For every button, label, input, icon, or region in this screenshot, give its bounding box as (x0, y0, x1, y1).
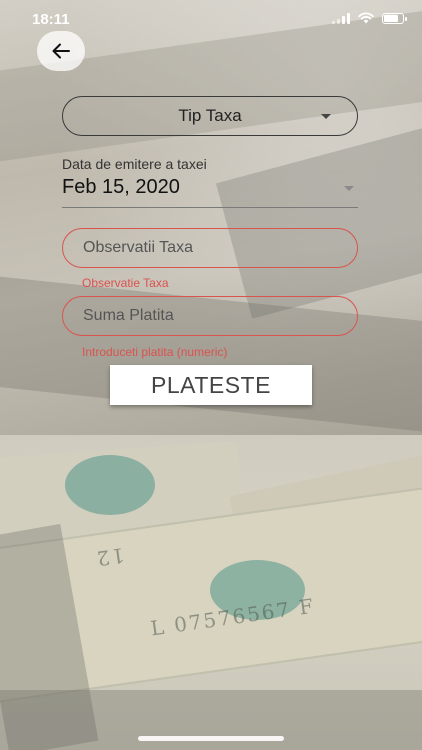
wifi-icon (358, 12, 374, 24)
amount-error-text: Introduceti platita (numeric) (82, 345, 228, 359)
chevron-down-icon (321, 114, 331, 119)
issue-date-underline (62, 207, 358, 208)
pay-button[interactable]: PLATESTE (110, 365, 312, 405)
amount-input[interactable]: Suma Platita (62, 296, 358, 336)
observation-input[interactable]: Observatii Taxa (62, 228, 358, 268)
status-time: 18:11 (32, 11, 70, 28)
chevron-down-icon[interactable] (344, 186, 354, 191)
issue-date-value[interactable]: Feb 15, 2020 (62, 176, 180, 199)
amount-placeholder: Suma Platita (83, 307, 174, 324)
status-icons (332, 12, 407, 24)
banknote-seal (65, 455, 155, 515)
tax-type-label: Tip Taxa (178, 106, 242, 125)
back-button[interactable] (37, 31, 85, 71)
home-indicator[interactable] (138, 736, 284, 741)
battery-icon (382, 12, 407, 24)
observation-error-text: Observatie Taxa (82, 276, 169, 290)
observation-placeholder: Observatii Taxa (83, 239, 193, 256)
tax-type-dropdown[interactable]: Tip Taxa (62, 96, 358, 136)
signal-icon (332, 12, 350, 24)
arrow-left-icon (52, 43, 70, 59)
banknote-denomination-text: 12 (93, 543, 126, 571)
issue-date-label: Data de emitere a taxei (62, 156, 207, 172)
